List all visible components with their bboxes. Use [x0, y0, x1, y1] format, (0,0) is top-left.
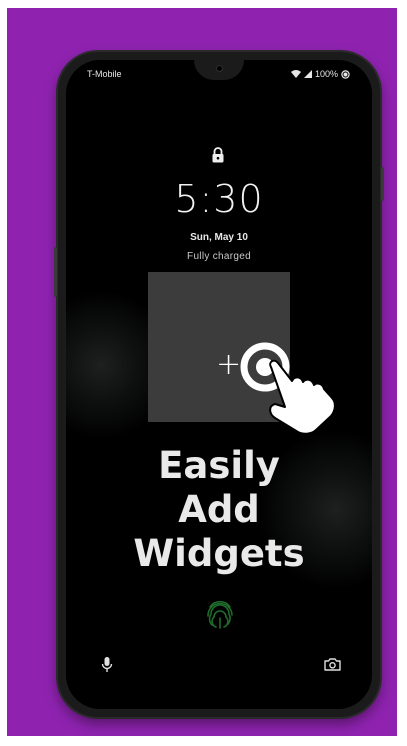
lock-screen-date: Sun, May 10	[190, 232, 248, 243]
battery-percent: 100%	[314, 69, 338, 79]
headline-line: Widgets	[133, 532, 305, 575]
fingerprint-icon[interactable]	[205, 597, 235, 631]
headline-line: Add	[178, 488, 260, 531]
status-bar: T-Mobile 100%	[66, 69, 372, 83]
add-widget-control[interactable]: +	[202, 322, 352, 438]
volume-button	[54, 247, 57, 297]
plus-sign: +	[216, 347, 241, 382]
lock-screen-clock: 5:30	[174, 177, 264, 221]
status-icons: 100%	[290, 69, 350, 79]
charging-status: Fully charged	[187, 251, 251, 262]
signal-icon	[303, 70, 312, 78]
purple-background: T-Mobile 100% 5:30 Sun, May 10 Fully cha…	[7, 8, 397, 736]
wifi-icon	[290, 70, 301, 78]
carrier-name: T-Mobile	[87, 69, 122, 79]
promo-headline: Easily Add Widgets	[66, 444, 372, 576]
camera-icon[interactable]	[324, 657, 341, 671]
battery-icon	[341, 69, 350, 79]
microphone-icon[interactable]	[101, 656, 113, 673]
tap-hand-icon	[269, 359, 336, 435]
lock-screen[interactable]: T-Mobile 100% 5:30 Sun, May 10 Fully cha…	[66, 60, 372, 709]
phone-device: T-Mobile 100% 5:30 Sun, May 10 Fully cha…	[54, 52, 384, 717]
headline-line: Easily	[158, 444, 280, 487]
lock-icon	[212, 147, 224, 163]
power-button	[381, 167, 384, 201]
